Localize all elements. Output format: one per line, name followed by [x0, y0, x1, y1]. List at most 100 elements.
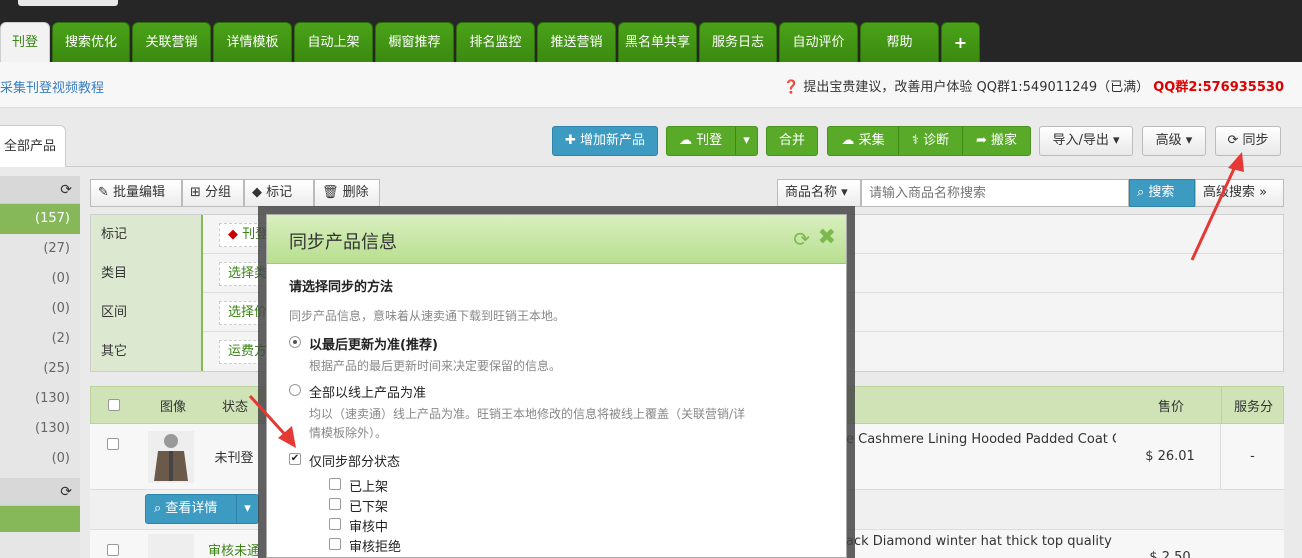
- publish-button[interactable]: ☁ 刊登 ▾: [666, 126, 758, 156]
- search-button[interactable]: ⌕ 搜索: [1129, 179, 1195, 207]
- refresh-icon[interactable]: ⟳: [60, 182, 72, 198]
- window-tab[interactable]: [18, 0, 118, 6]
- status-rejected-checkbox[interactable]: [329, 538, 341, 550]
- status-delisted-checkbox[interactable]: [329, 498, 341, 510]
- status-listed-checkbox[interactable]: [329, 478, 341, 490]
- sidebar-item[interactable]: (130): [0, 384, 80, 414]
- option-latest-radio[interactable]: [289, 336, 301, 348]
- tab-auto-review[interactable]: 自动评价: [779, 22, 858, 62]
- close-icon[interactable]: ✖: [818, 225, 836, 250]
- tab-add[interactable]: +: [941, 22, 980, 62]
- add-product-label: 增加新产品: [580, 133, 646, 148]
- add-product-button[interactable]: ✚ 增加新产品: [552, 126, 658, 156]
- tab-auto-list[interactable]: 自动上架: [294, 22, 373, 62]
- share-icon: ➦: [975, 133, 987, 148]
- mark-button[interactable]: ◆ 标记: [244, 179, 314, 207]
- product-thumbnail[interactable]: [145, 424, 197, 489]
- dialog-title: 同步产品信息: [289, 232, 397, 253]
- row-status[interactable]: 审核未通: [204, 530, 264, 558]
- sidebar-group-item[interactable]: [0, 506, 80, 532]
- tab-help[interactable]: 帮助: [860, 22, 939, 62]
- sidebar-item[interactable]: (0): [0, 444, 80, 474]
- option-online-desc: 均以（速卖通）线上产品为准。旺销王本地修改的信息将被线上覆盖（关联营销/详 情模板…: [309, 407, 746, 440]
- row-title[interactable]: ack Diamond winter hat thick top quality…: [846, 530, 1116, 558]
- row-price: $ 2.50: [1149, 550, 1191, 558]
- sidebar-item[interactable]: (27): [0, 234, 80, 264]
- status-rejected[interactable]: 审核拒绝: [329, 536, 401, 555]
- sidebar-item[interactable]: (0): [0, 264, 80, 294]
- collect-group: ☁ 采集 ⚕ 诊断 ➦ 搬家: [827, 126, 1031, 156]
- tab-service-log[interactable]: 服务日志: [699, 22, 777, 62]
- refresh-icon[interactable]: ⟳: [60, 484, 72, 500]
- caret-down-icon[interactable]: ▾: [735, 127, 757, 155]
- option-online-radio[interactable]: [289, 384, 301, 396]
- option-partial-checkbox[interactable]: ✔: [289, 453, 301, 465]
- sidebar-item[interactable]: (25): [0, 354, 80, 384]
- delete-button[interactable]: 🗑 删除: [314, 179, 380, 207]
- caret-down-icon[interactable]: ▾: [236, 495, 258, 523]
- select-all-checkbox[interactable]: [91, 387, 137, 423]
- tab-search-opt[interactable]: 搜索优化: [52, 22, 130, 62]
- cloud-download-icon: ☁: [841, 133, 855, 148]
- advanced-label: 高级: [1155, 133, 1182, 148]
- tab-rank-monitor[interactable]: 排名监控: [456, 22, 535, 62]
- sitemap-icon: ⊞: [190, 185, 201, 200]
- sidebar-header-2: ⟳: [0, 478, 80, 506]
- sidebar-item[interactable]: (0): [0, 294, 80, 324]
- sidebar-item[interactable]: (130): [0, 414, 80, 444]
- option-latest-label: 以最后更新为准(推荐): [309, 338, 438, 353]
- option-online-label: 全部以线上产品为准: [309, 386, 427, 401]
- delete-label: 删除: [342, 185, 369, 200]
- import-export-button[interactable]: 导入/导出 ▾: [1039, 126, 1133, 156]
- tab-publish[interactable]: 刊登: [0, 22, 50, 62]
- qq-group-2: QQ群2:576935530: [1153, 80, 1284, 95]
- search-field-select[interactable]: 商品名称 ▾: [777, 179, 861, 207]
- collect-label: 采集: [858, 133, 885, 148]
- dialog-heading: 请选择同步的方法: [289, 280, 394, 295]
- sync-button[interactable]: ⟳ 同步: [1215, 126, 1281, 156]
- status-reviewing[interactable]: 审核中: [329, 516, 389, 535]
- bulk-edit-button[interactable]: ✎ 批量编辑: [90, 179, 182, 207]
- view-details-button[interactable]: ⌕ 查看详情 ▾: [145, 494, 259, 524]
- status-reviewing-checkbox[interactable]: [329, 518, 341, 530]
- row-checkbox[interactable]: [90, 424, 136, 489]
- search-input[interactable]: [861, 179, 1129, 207]
- sidebar-item[interactable]: (157): [0, 204, 80, 234]
- advanced-button[interactable]: 高级 ▾: [1142, 126, 1206, 156]
- product-thumbnail[interactable]: [145, 530, 197, 558]
- sidebar-item[interactable]: (2): [0, 324, 80, 354]
- suggest-link[interactable]: 提出宝贵建议，改善用户体验: [803, 80, 972, 95]
- option-partial[interactable]: ✔ 仅同步部分状态: [289, 451, 400, 470]
- refresh-icon[interactable]: ⟳: [793, 227, 810, 251]
- main-nav: 刊登 搜索优化 关联营销 详情模板 自动上架 橱窗推荐 排名监控 推送营销 黑名…: [0, 22, 982, 62]
- option-online[interactable]: 全部以线上产品为准 均以（速卖通）线上产品为准。旺销王本地修改的信息将被线上覆盖…: [289, 382, 746, 443]
- tab-detail-template[interactable]: 详情模板: [213, 22, 292, 62]
- tab-related-marketing[interactable]: 关联营销: [132, 22, 211, 62]
- status-reviewing-label: 审核中: [349, 520, 389, 535]
- status-listed[interactable]: 已上架: [329, 476, 388, 495]
- row-service: -: [1220, 424, 1284, 489]
- filter-value-text: 刊登: [242, 227, 269, 242]
- tab-push-marketing[interactable]: 推送营销: [537, 22, 616, 62]
- tab-showcase[interactable]: 橱窗推荐: [375, 22, 454, 62]
- move-button[interactable]: ➦ 搬家: [962, 127, 1030, 155]
- merge-button[interactable]: 合并: [766, 126, 818, 156]
- advanced-search-button[interactable]: 高级搜索 »: [1195, 179, 1284, 207]
- refresh-icon: ⟳: [1227, 133, 1239, 148]
- video-tutorial-link[interactable]: 采集刊登视频教程: [0, 77, 104, 96]
- collect-button[interactable]: ☁ 采集: [828, 127, 898, 155]
- search-label: 搜索: [1148, 185, 1175, 200]
- row-title[interactable]: e Cashmere Lining Hooded Padded Coat Ca: [846, 424, 1116, 489]
- status-delisted[interactable]: 已下架: [329, 496, 388, 515]
- tab-blacklist[interactable]: 黑名单共享: [618, 22, 697, 62]
- edit-icon: ✎: [98, 185, 109, 200]
- row-checkbox[interactable]: [90, 530, 136, 558]
- tab-all-products[interactable]: 全部产品: [0, 125, 66, 167]
- row-status: 未刊登: [214, 451, 254, 466]
- option-latest[interactable]: 以最后更新为准(推荐) 根据产品的最后更新时间来决定要保留的信息。: [289, 334, 562, 376]
- diagnose-button[interactable]: ⚕ 诊断: [898, 127, 962, 155]
- publish-label: 刊登: [696, 133, 723, 148]
- dialog-header: 同步产品信息 ⟳ ✖: [267, 215, 846, 264]
- group-button[interactable]: ⊞ 分组: [182, 179, 244, 207]
- option-latest-desc: 根据产品的最后更新时间来决定要保留的信息。: [309, 359, 562, 373]
